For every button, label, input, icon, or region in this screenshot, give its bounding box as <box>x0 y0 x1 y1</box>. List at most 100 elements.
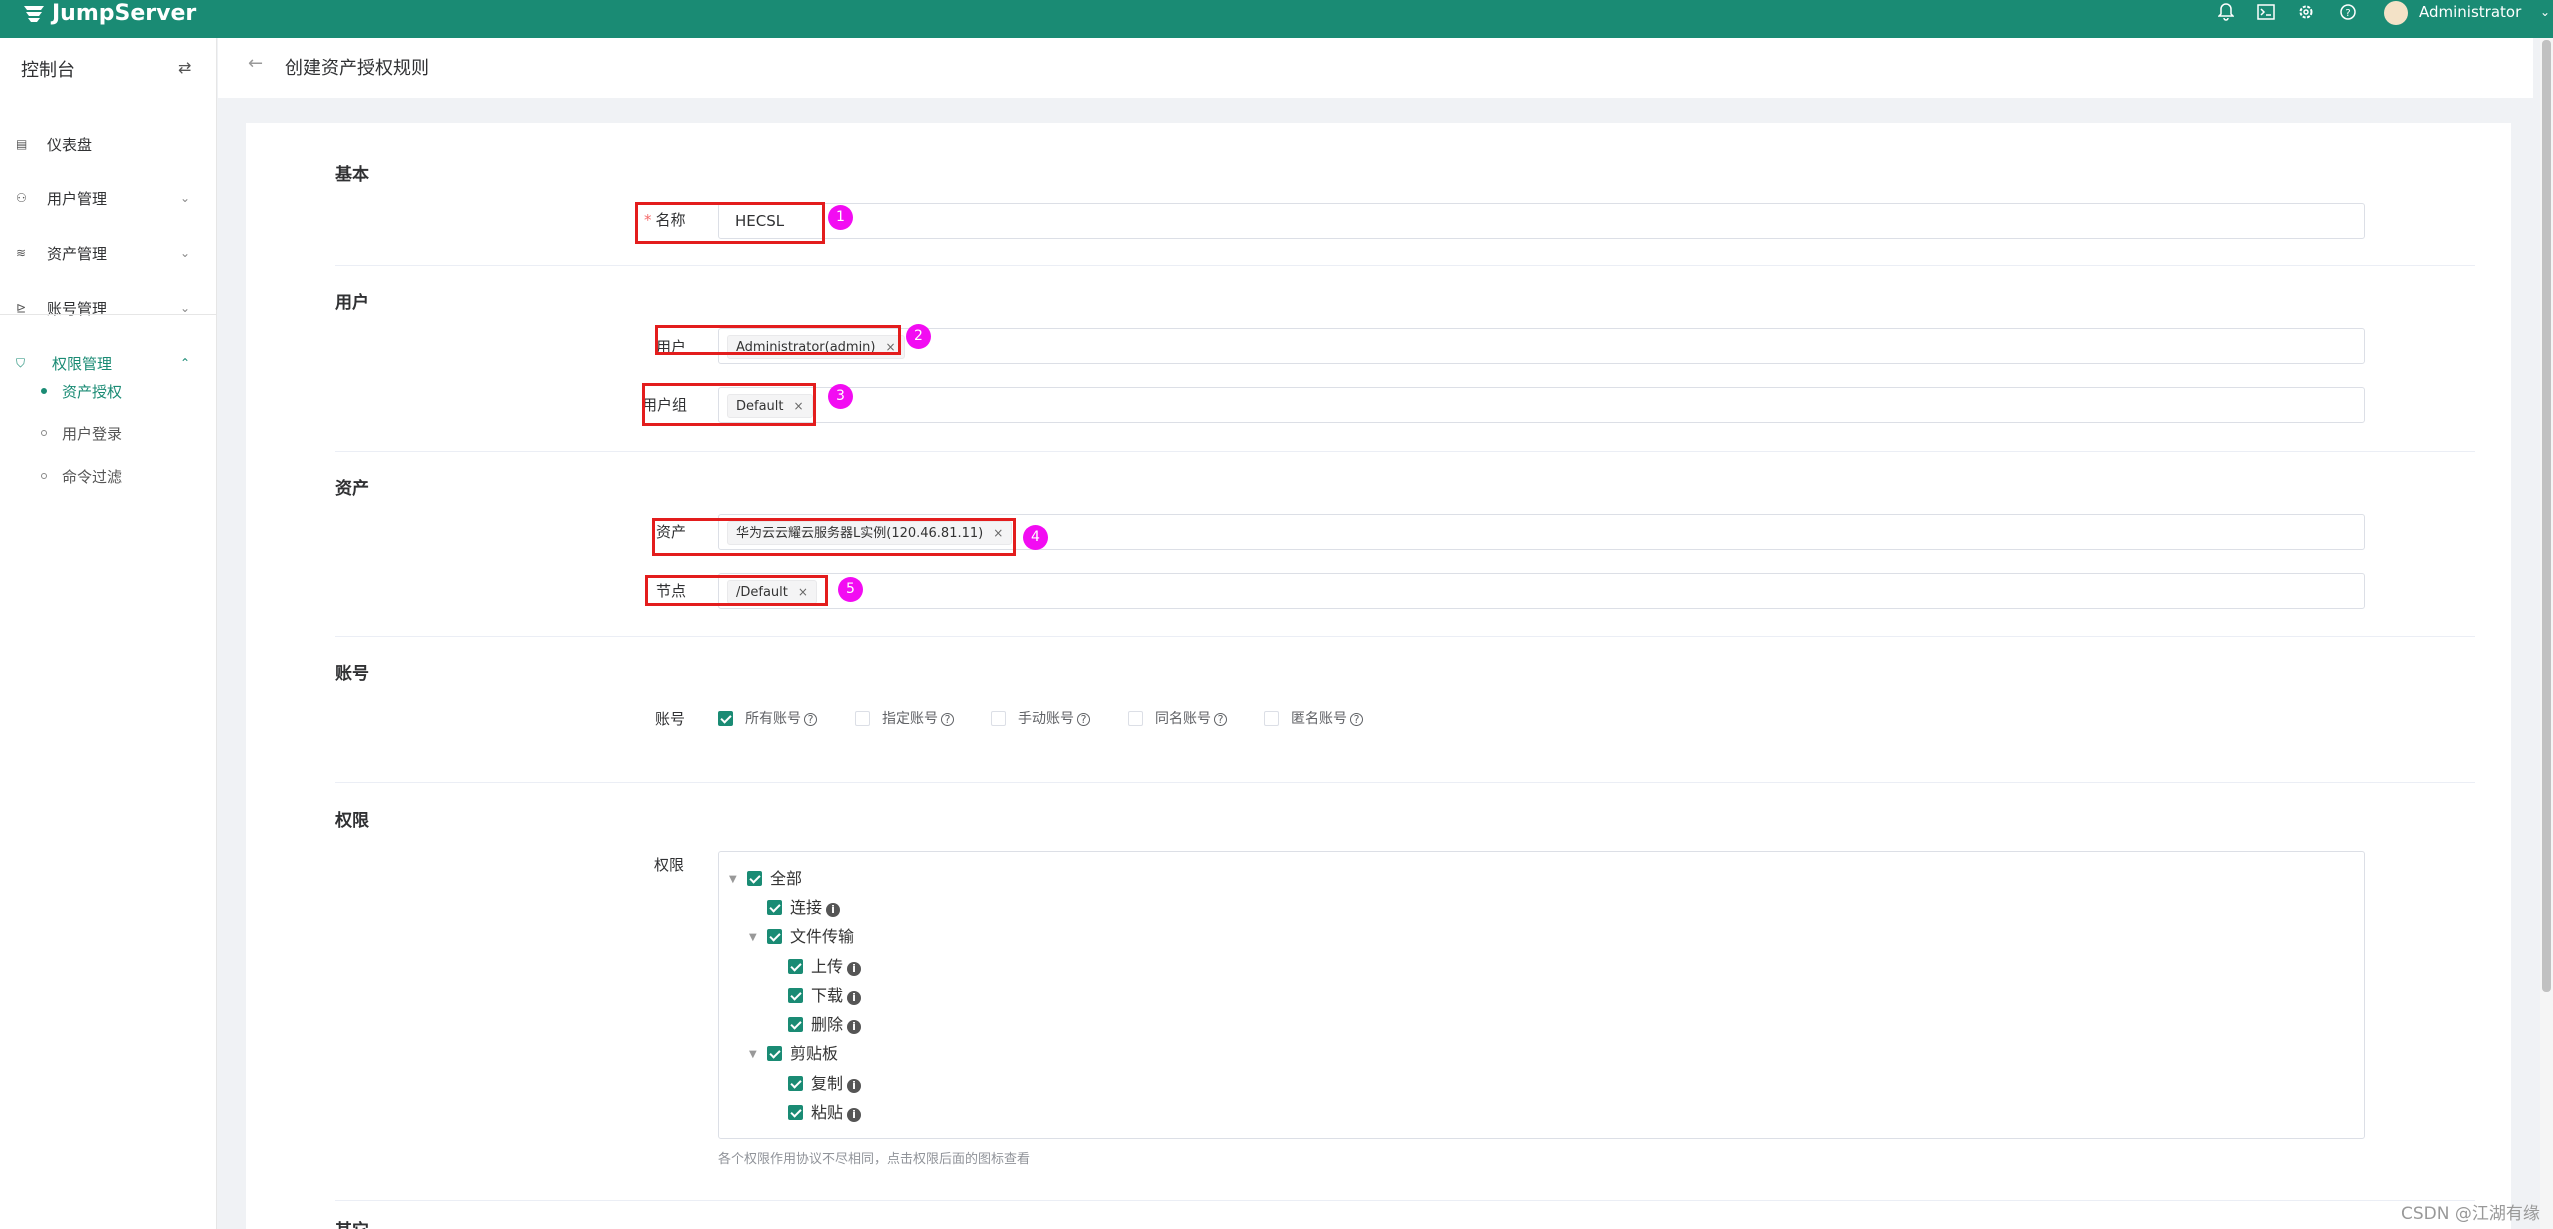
gear-icon[interactable] <box>2295 2 2317 22</box>
section-basic: 基本 <box>335 165 369 185</box>
svg-text:?: ? <box>2345 8 2350 19</box>
info-icon[interactable]: i <box>847 1108 862 1122</box>
checkbox-anonymous-accounts[interactable] <box>1264 711 1279 726</box>
annotation-badge-1: 1 <box>828 205 853 230</box>
dashboard-icon: ▤ <box>16 137 28 151</box>
sidebar-title: 控制台 <box>21 60 75 81</box>
question-icon[interactable]: ? <box>1077 713 1090 726</box>
tree-node-clipboard[interactable]: 剪贴板 <box>790 1045 838 1063</box>
section-permissions: 权限 <box>335 811 369 831</box>
scrollbar-thumb[interactable] <box>2542 40 2551 992</box>
bell-icon[interactable] <box>2215 2 2237 22</box>
checkbox-paste[interactable] <box>788 1105 803 1120</box>
option-manual-accounts[interactable]: 手动账号? <box>1018 711 1090 727</box>
tree-node-download[interactable]: 下载 i <box>811 987 862 1005</box>
page-header <box>218 38 2533 98</box>
section-asset: 资产 <box>335 479 369 499</box>
sidebar-subitem-label: 命令过滤 <box>62 467 123 486</box>
sidebar-item-accounts[interactable]: ⊵ 账号管理 ⌄ <box>0 288 217 328</box>
sidebar-subitem-user-login[interactable]: 用户登录 <box>0 418 217 448</box>
question-icon[interactable]: ? <box>804 713 817 726</box>
section-user: 用户 <box>335 293 369 313</box>
tree-node-paste[interactable]: 粘贴 i <box>811 1104 862 1122</box>
checkbox-specified-accounts[interactable] <box>855 711 870 726</box>
divider <box>335 1200 2475 1201</box>
info-icon[interactable]: i <box>847 962 862 976</box>
avatar[interactable] <box>2384 1 2408 25</box>
tree-node-upload[interactable]: 上传 i <box>811 958 862 976</box>
tree-node-file-transfer[interactable]: 文件传输 <box>790 928 854 946</box>
section-account: 账号 <box>335 664 369 684</box>
caret-down-icon[interactable]: ▼ <box>749 1049 757 1060</box>
sidebar-item-label: 资产管理 <box>47 244 108 263</box>
user-name[interactable]: Administrator <box>2419 0 2521 24</box>
divider <box>335 782 2475 783</box>
user-groups-select[interactable]: Default × <box>718 387 2365 423</box>
option-same-name-accounts[interactable]: 同名账号? <box>1155 711 1227 727</box>
info-icon[interactable]: i <box>847 1079 862 1093</box>
watermark: CSDN @江湖有缘 <box>2401 1204 2540 1224</box>
sidebar-subitem-asset-permission[interactable]: 资产授权 <box>0 376 217 406</box>
shield-icon: ⛉ <box>16 356 26 370</box>
nodes-select[interactable]: /Default × <box>718 573 2365 609</box>
chevron-down-icon: ⌄ <box>180 246 191 260</box>
caret-down-icon[interactable]: ▼ <box>729 874 737 885</box>
swap-icon[interactable]: ⇄ <box>178 58 191 77</box>
tree-node-delete[interactable]: 删除 i <box>811 1016 862 1034</box>
help-icon[interactable]: ? <box>2337 2 2359 22</box>
sidebar-item-label: 用户管理 <box>47 189 108 208</box>
sidebar-item-label: 权限管理 <box>52 354 113 373</box>
bullet-icon <box>41 473 47 479</box>
accounts-icon: ⊵ <box>16 301 27 315</box>
question-icon[interactable]: ? <box>1350 713 1363 726</box>
question-icon[interactable]: ? <box>1214 713 1227 726</box>
permission-hint: 各个权限作用协议不尽相同，点击权限后面的图标查看 <box>718 1152 1031 1167</box>
permission-tree <box>718 851 2365 1139</box>
question-icon[interactable]: ? <box>941 713 954 726</box>
caret-down-icon[interactable]: ▼ <box>749 932 757 943</box>
info-icon[interactable]: i <box>847 1020 862 1034</box>
bullet-icon <box>41 388 47 394</box>
option-anonymous-accounts[interactable]: 匿名账号? <box>1291 711 1363 727</box>
info-icon[interactable]: i <box>847 991 862 1005</box>
checkbox-same-name-accounts[interactable] <box>1128 711 1143 726</box>
info-icon[interactable]: i <box>826 903 841 917</box>
sidebar-item-assets[interactable]: ≋ 资产管理 ⌄ <box>0 233 217 273</box>
logo[interactable]: JumpServer <box>22 0 196 26</box>
tree-node-connect[interactable]: 连接 i <box>790 899 841 917</box>
chevron-down-icon[interactable]: ⌄ <box>2540 0 2550 24</box>
annotation-badge-3: 3 <box>828 384 853 409</box>
page-title: 创建资产授权规则 <box>285 58 429 79</box>
checkbox-clipboard[interactable] <box>767 1046 782 1061</box>
sidebar-subitem-command-filter[interactable]: 命令过滤 <box>0 461 217 491</box>
sidebar-item-dashboard[interactable]: ▤ 仪表盘 <box>0 124 217 164</box>
users-select[interactable]: Administrator(admin) × <box>718 328 2365 364</box>
back-arrow-icon[interactable]: ← <box>248 53 263 74</box>
annotation-badge-5: 5 <box>838 577 863 602</box>
chevron-down-icon: ⌄ <box>180 191 191 205</box>
logo-text: JumpServer <box>52 0 197 26</box>
checkbox-copy[interactable] <box>788 1076 803 1091</box>
name-input[interactable]: HECSL <box>718 203 2365 239</box>
checkbox-all[interactable] <box>747 871 762 886</box>
annotation-box-1 <box>635 202 825 244</box>
annotation-badge-4: 4 <box>1023 525 1048 550</box>
divider <box>335 451 2475 452</box>
checkbox-upload[interactable] <box>788 959 803 974</box>
checkbox-manual-accounts[interactable] <box>991 711 1006 726</box>
option-specified-accounts[interactable]: 指定账号? <box>882 711 954 727</box>
option-all-accounts[interactable]: 所有账号? <box>745 711 817 727</box>
checkbox-delete[interactable] <box>788 1017 803 1032</box>
checkbox-file-transfer[interactable] <box>767 929 782 944</box>
tree-node-all[interactable]: 全部 <box>770 870 802 888</box>
sidebar-item-users[interactable]: ⚇ 用户管理 ⌄ <box>0 178 217 218</box>
chevron-up-icon: ⌃ <box>180 356 191 370</box>
checkbox-download[interactable] <box>788 988 803 1003</box>
tree-node-copy[interactable]: 复制 i <box>811 1075 862 1093</box>
users-icon: ⚇ <box>16 191 27 205</box>
checkbox-all-accounts[interactable] <box>718 711 733 726</box>
terminal-icon[interactable] <box>2255 2 2277 22</box>
checkbox-connect[interactable] <box>767 900 782 915</box>
accounts-label: 账号 <box>655 710 686 728</box>
divider <box>0 314 217 315</box>
